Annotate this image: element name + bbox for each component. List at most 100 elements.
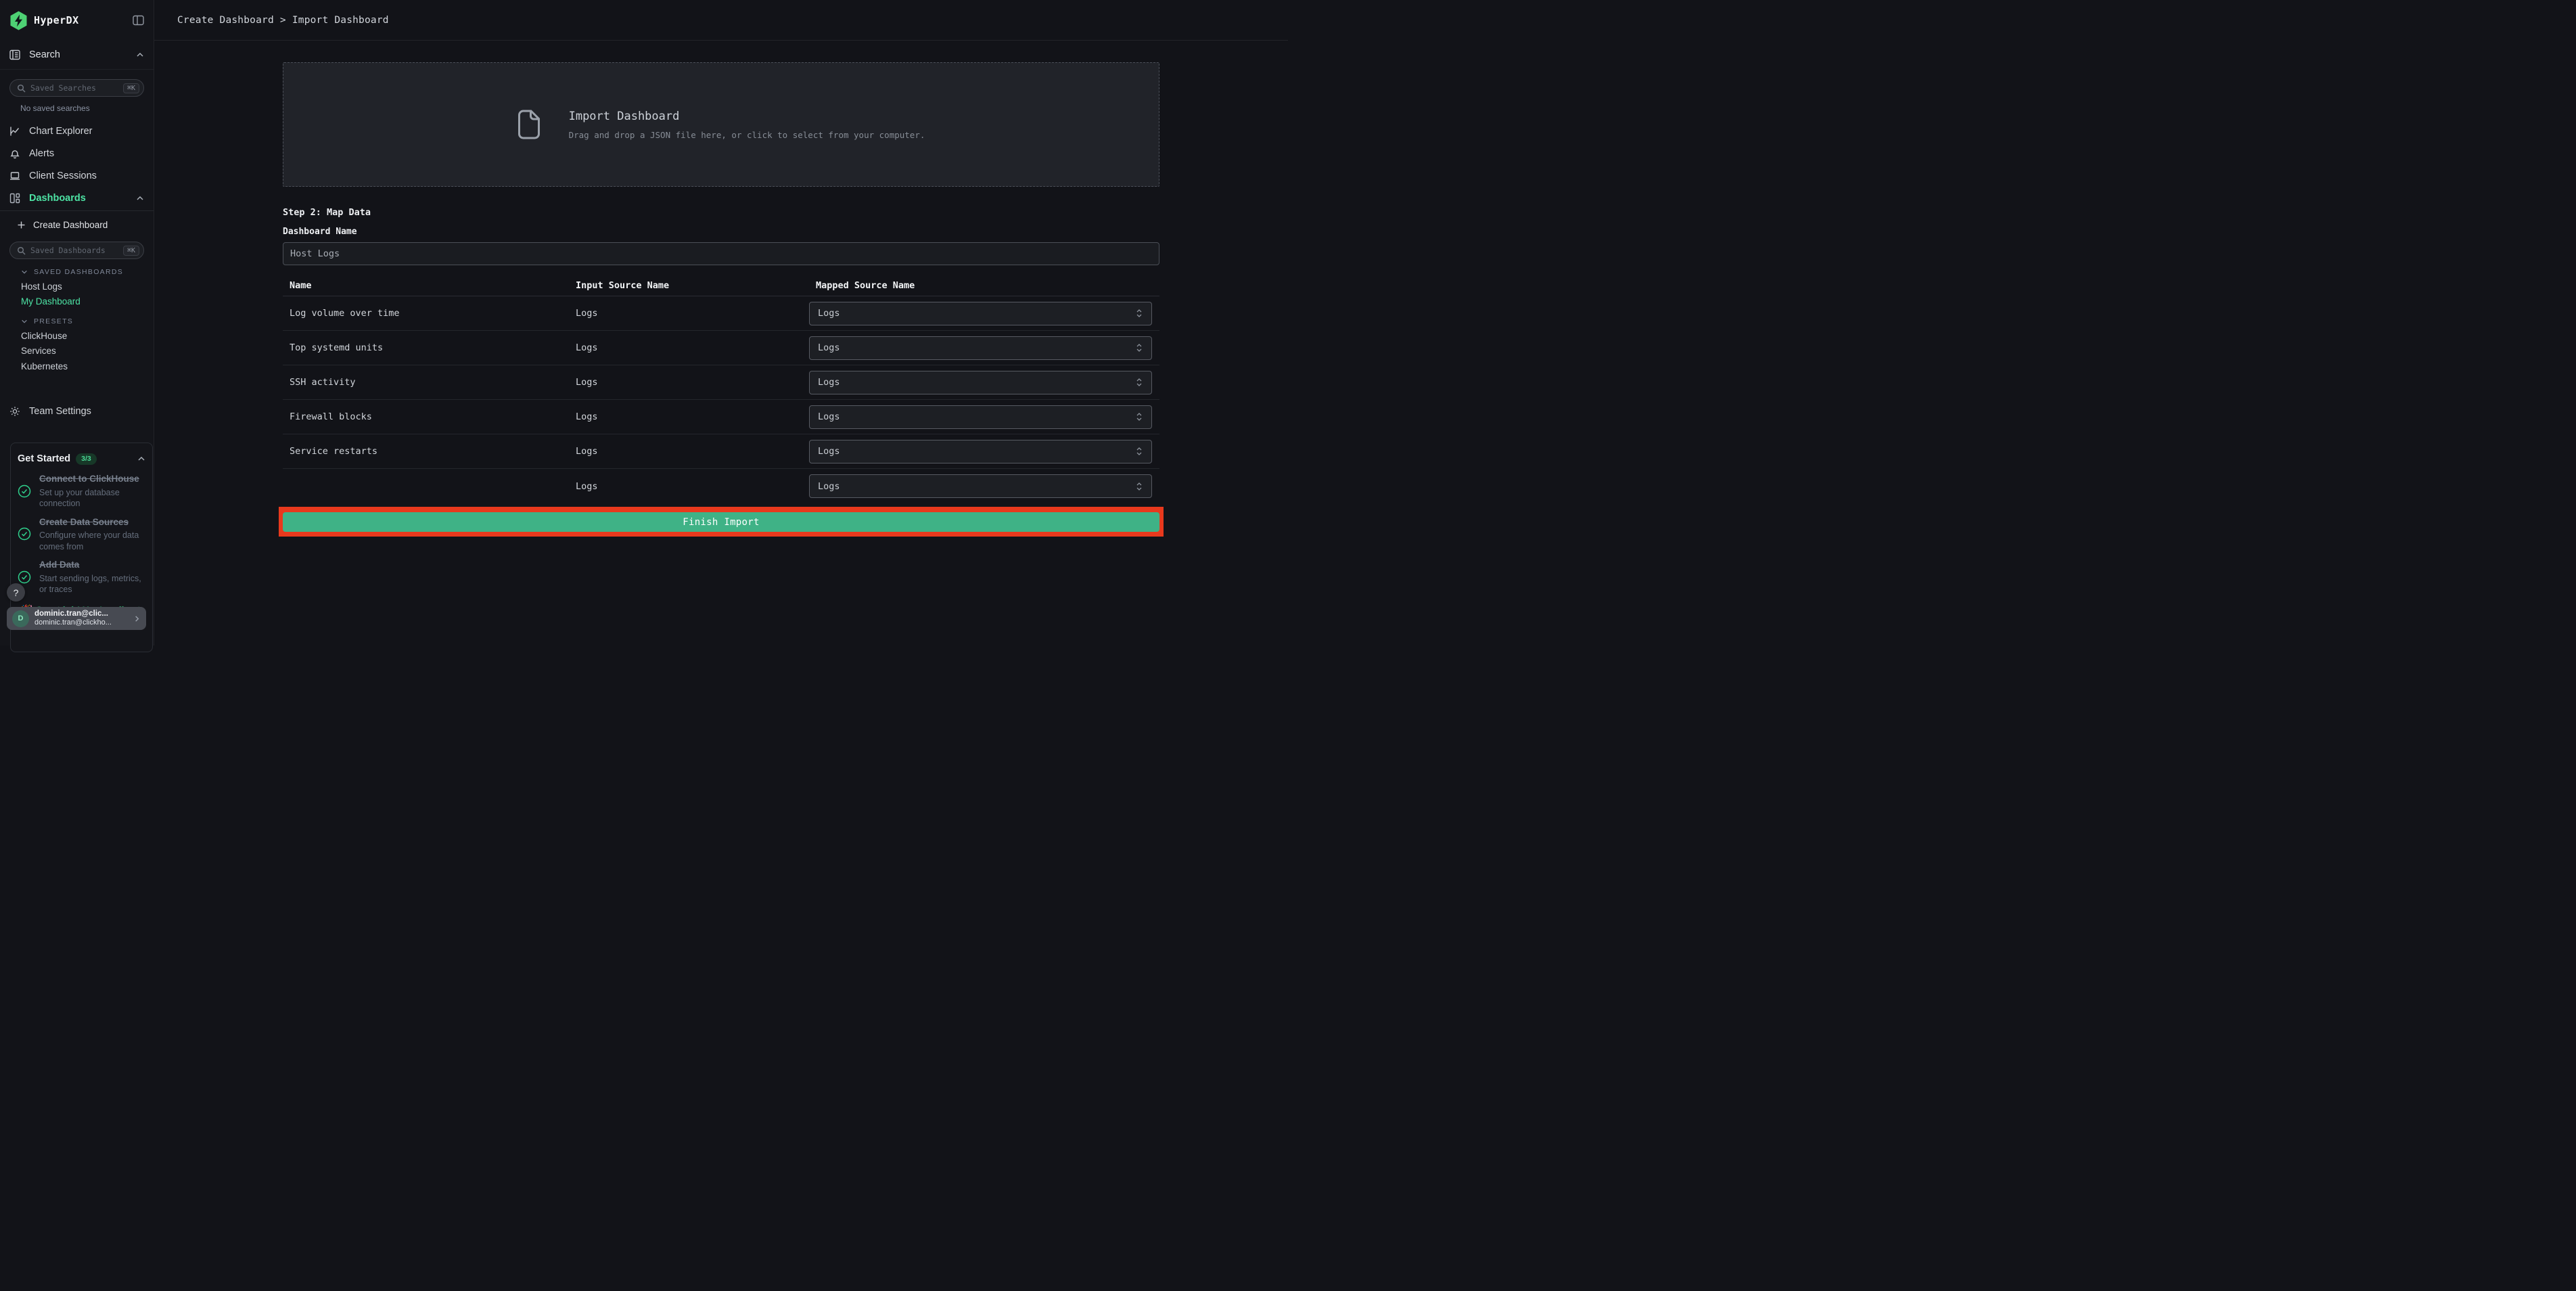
saved-searches-input[interactable]: Saved Searches ⌘K: [9, 79, 144, 97]
dropzone-subtitle: Drag and drop a JSON file here, or click…: [568, 129, 925, 140]
presets-section-header[interactable]: PRESETS: [21, 315, 144, 328]
input-source-name: Logs: [576, 342, 598, 353]
sidebar-item-dashboards[interactable]: Dashboards: [0, 187, 154, 209]
check-circle-icon: [18, 570, 31, 583]
user-email: dominic.tran@clickho...: [34, 618, 112, 627]
saved-dashboards-section-header[interactable]: SAVED DASHBOARDS: [21, 265, 144, 279]
nav-label: Chart Explorer: [29, 125, 93, 137]
nav-label: Dashboards: [29, 192, 86, 204]
dashboard-name-label: Dashboard Name: [283, 227, 357, 237]
input-source-name: Logs: [576, 411, 598, 422]
select-value: Logs: [818, 377, 840, 388]
sidebar-item-clickhouse[interactable]: ClickHouse: [0, 328, 154, 344]
column-header-input-source: Input Source Name: [576, 279, 670, 291]
get-started-header[interactable]: Get Started 3/3: [18, 451, 145, 466]
task-title: Add Data: [39, 560, 80, 570]
laptop-icon: [10, 171, 20, 180]
sidebar-nav: Chart Explorer Alerts Client Sessions Da…: [0, 120, 154, 209]
select-value: Logs: [818, 480, 840, 492]
breadcrumb-parent[interactable]: Create Dashboard: [177, 15, 274, 26]
logo[interactable]: HyperDX: [0, 0, 154, 41]
sidebar-item-kubernetes[interactable]: Kubernetes: [0, 359, 154, 374]
dashboards-grid-icon: [9, 193, 20, 203]
get-started-item-sources[interactable]: Create Data Sources Configure where your…: [18, 516, 145, 553]
finish-import-button[interactable]: Finish Import: [283, 512, 1159, 532]
chevron-up-icon: [137, 52, 143, 57]
sidebar: HyperDX Search Saved Searches ⌘K No save…: [0, 0, 154, 652]
tile-name: Service restarts: [290, 446, 378, 457]
table-row: Firewall blocks Logs Logs: [283, 400, 1159, 434]
saved-dashboards-placeholder: Saved Dashboards: [30, 246, 106, 255]
user-menu[interactable]: D dominic.tran@clic... dominic.tran@clic…: [7, 607, 146, 630]
task-title: Create Data Sources: [39, 516, 129, 527]
sidebar-item-chart-explorer[interactable]: Chart Explorer: [0, 120, 154, 142]
input-source-name: Logs: [576, 377, 598, 388]
import-dropzone[interactable]: Import Dashboard Drag and drop a JSON fi…: [283, 62, 1159, 187]
gear-icon: [10, 407, 20, 416]
select-updown-icon: [1136, 378, 1142, 386]
no-saved-searches-note: No saved searches: [20, 104, 90, 113]
task-subtitle: Set up your database connection: [39, 487, 120, 509]
dropzone-title: Import Dashboard: [568, 109, 680, 123]
select-updown-icon: [1136, 482, 1142, 491]
nav-label: Client Sessions: [29, 170, 97, 181]
mapping-table: Name Input Source Name Mapped Source Nam…: [283, 275, 1159, 503]
table-row: SSH activity Logs Logs: [283, 365, 1159, 400]
saved-dashboards-input[interactable]: Saved Dashboards ⌘K: [9, 242, 144, 259]
get-started-item-add-data[interactable]: Add Data Start sending logs, metrics, or…: [18, 559, 145, 595]
plus-icon: [18, 221, 25, 228]
nav-label: Alerts: [29, 148, 55, 159]
user-name: dominic.tran@clic...: [34, 610, 108, 618]
section-caption: PRESETS: [34, 317, 74, 325]
select-updown-icon: [1136, 447, 1142, 455]
magnifier-icon: [17, 246, 26, 255]
sidebar-item-team-settings[interactable]: Team Settings: [0, 401, 154, 423]
input-source-name: Logs: [576, 308, 598, 319]
sidebar-item-alerts[interactable]: Alerts: [0, 142, 154, 164]
chart-icon: [10, 127, 20, 135]
table-row: Service restarts Logs Logs: [283, 434, 1159, 469]
select-value: Logs: [818, 308, 840, 319]
mapped-source-select[interactable]: Logs: [809, 301, 1152, 325]
step-title: Step 2: Map Data: [283, 207, 371, 218]
breadcrumb-separator: >: [279, 14, 286, 26]
chevron-up-icon: [137, 196, 143, 200]
table-row: Top systemd units Logs Logs: [283, 331, 1159, 365]
table-row: Logs Logs: [283, 469, 1159, 503]
sidebar-item-client-sessions[interactable]: Client Sessions: [0, 164, 154, 187]
team-settings-label: Team Settings: [29, 406, 91, 417]
check-circle-icon: [18, 528, 31, 541]
help-button[interactable]: ?: [7, 583, 25, 602]
sidebar-section-search[interactable]: Search: [0, 41, 154, 70]
shortcut-badge: ⌘K: [122, 245, 139, 256]
create-dashboard-button[interactable]: Create Dashboard: [0, 211, 154, 238]
select-updown-icon: [1136, 344, 1142, 352]
table-header-row: Name Input Source Name Mapped Source Nam…: [283, 275, 1159, 296]
dashboard-name-input[interactable]: [283, 242, 1159, 265]
select-updown-icon: [1136, 413, 1142, 421]
sidebar-item-services[interactable]: Services: [0, 344, 154, 359]
mapped-source-select[interactable]: Logs: [809, 405, 1152, 429]
get-started-item-connect[interactable]: Connect to ClickHouse Set up your databa…: [18, 473, 145, 509]
mapped-source-select[interactable]: Logs: [809, 439, 1152, 463]
breadcrumb: Create Dashboard > Import Dashboard: [177, 15, 395, 26]
section-caption: SAVED DASHBOARDS: [34, 268, 124, 276]
sidebar-item-host-logs[interactable]: Host Logs: [0, 279, 154, 294]
mapped-source-select[interactable]: Logs: [809, 474, 1152, 498]
chevron-down-icon: [22, 270, 27, 274]
mapped-source-select[interactable]: Logs: [809, 370, 1152, 394]
magnifier-icon: [17, 84, 26, 93]
hyperdx-logo-icon: [10, 11, 27, 30]
mapped-source-select[interactable]: Logs: [809, 336, 1152, 360]
breadcrumb-current: Import Dashboard: [292, 14, 389, 26]
sidebar-item-my-dashboard[interactable]: My Dashboard: [0, 294, 154, 310]
input-source-name: Logs: [576, 480, 598, 492]
sidebar-collapse-icon[interactable]: [133, 15, 144, 26]
avatar: D: [12, 610, 29, 627]
tile-name: Log volume over time: [290, 308, 400, 319]
select-value: Logs: [818, 342, 840, 353]
chevron-up-icon: [138, 456, 145, 461]
saved-searches-placeholder: Saved Searches: [30, 83, 96, 93]
task-title: Connect to ClickHouse: [39, 474, 139, 484]
check-circle-icon: [18, 484, 31, 497]
